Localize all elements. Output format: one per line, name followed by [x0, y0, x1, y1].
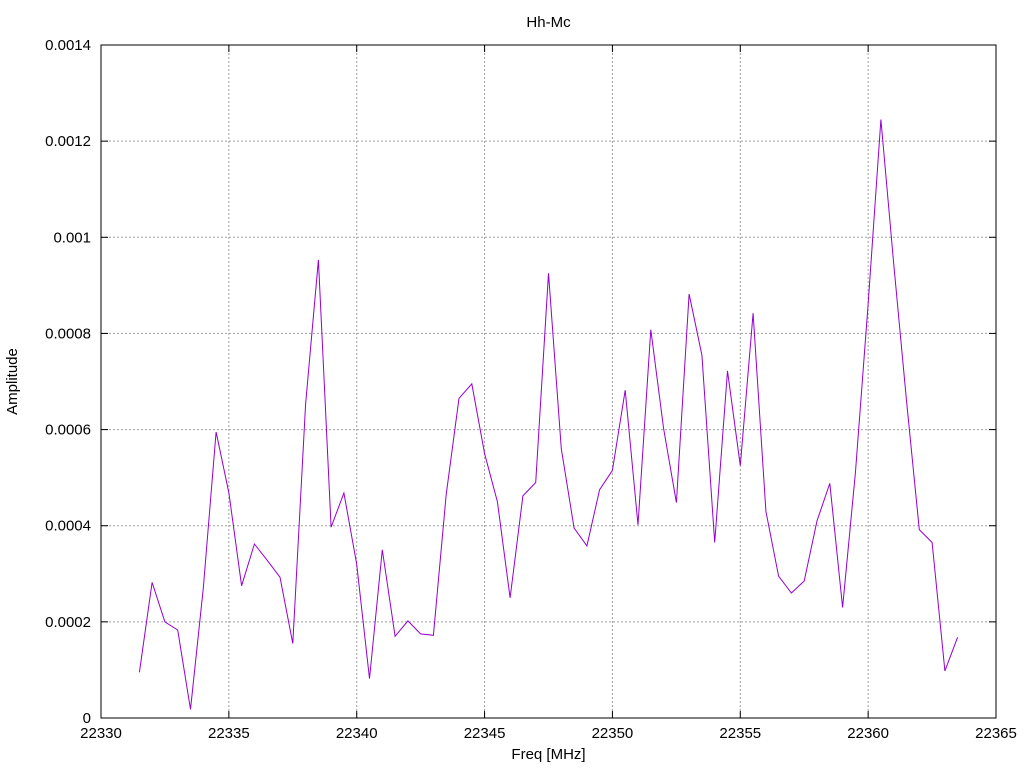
x-tick-labels: 22330 22335 22340 22345 22350 22355 22360 22365 — [80, 725, 1017, 742]
plot-frame — [100, 44, 997, 719]
y-tick-label: 0.0014 — [45, 37, 91, 54]
x-tick-label: 22355 — [719, 725, 761, 742]
tick-marks — [100, 44, 997, 719]
y-tick-label: 0.0006 — [45, 422, 91, 439]
y-tick-label: 0.001 — [53, 229, 91, 246]
y-tick-label: 0 — [83, 710, 91, 727]
y-tick-labels: 0 0.0002 0.0004 0.0006 0.0008 0.001 0.0012 0.00… — [45, 37, 91, 727]
series-line — [138, 119, 959, 710]
y-tick-label: 0.0002 — [45, 614, 91, 631]
x-tick-label: 22340 — [336, 725, 378, 742]
x-tick-label: 22350 — [592, 725, 634, 742]
x-tick-label: 22330 — [80, 725, 122, 742]
y-tick-label: 0.0012 — [45, 133, 91, 150]
line-chart: 22330 22335 22340 22345 22350 22355 22360 22365… — [4, 14, 1017, 763]
chart-title: Hh-Mc — [526, 14, 571, 31]
series-lines — [138, 119, 959, 710]
x-axis-label: Freq [MHz] — [511, 746, 585, 763]
grid-lines — [101, 45, 996, 718]
x-tick-label: 22345 — [464, 725, 506, 742]
x-tick-label: 22365 — [975, 725, 1017, 742]
x-tick-label: 22335 — [208, 725, 250, 742]
y-axis-label: Amplitude — [4, 348, 21, 415]
y-tick-label: 0.0004 — [45, 518, 91, 535]
x-tick-label: 22360 — [847, 725, 889, 742]
y-tick-label: 0.0008 — [45, 325, 91, 342]
